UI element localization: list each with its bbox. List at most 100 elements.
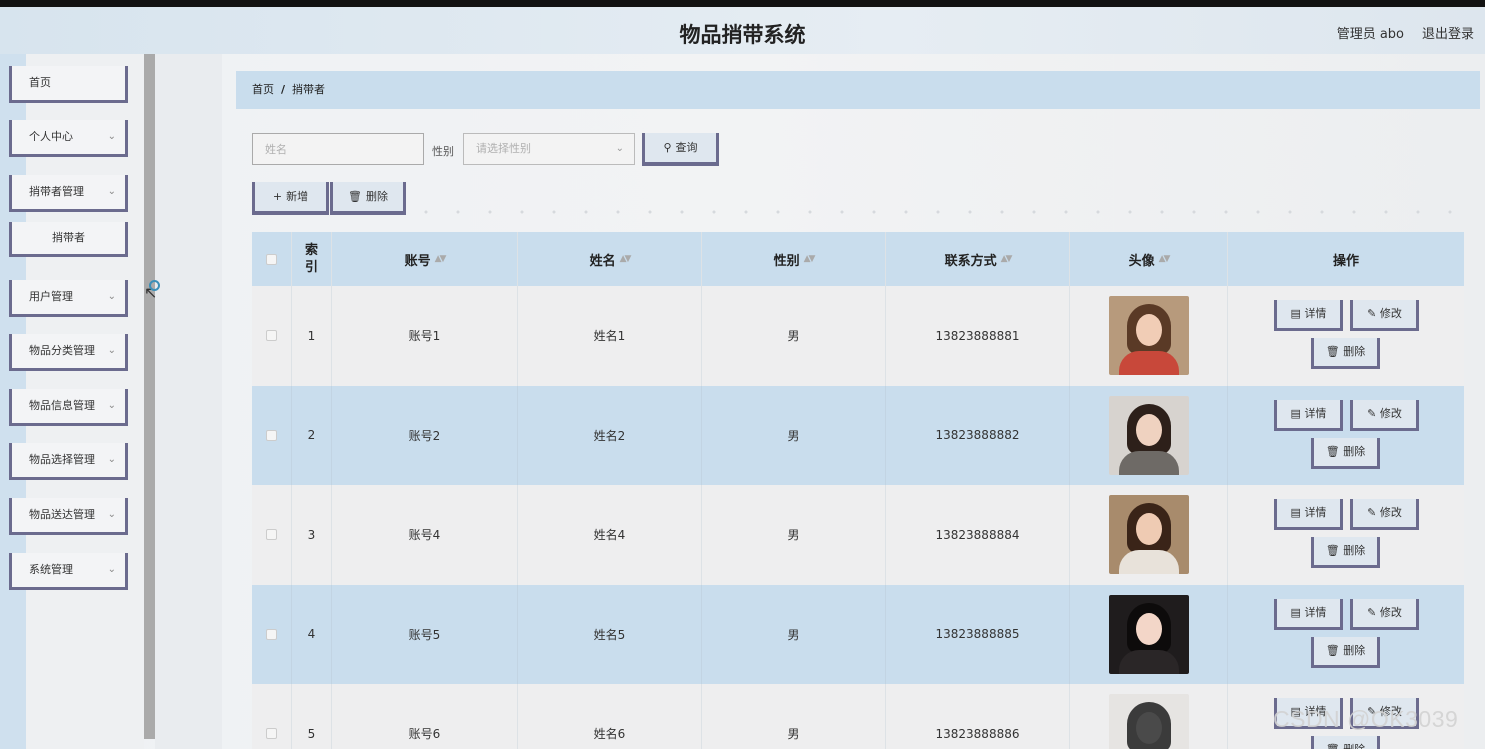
row-index: 3 — [292, 485, 332, 585]
row-checkbox[interactable] — [266, 628, 277, 640]
row-index: 2 — [292, 385, 332, 485]
logout-link[interactable]: 退出登录 — [1422, 23, 1474, 42]
sort-icon[interactable]: ▲▼ — [1001, 254, 1013, 264]
avatar[interactable] — [1108, 694, 1189, 749]
delete-button[interactable]: 🗑 删除 — [1311, 437, 1380, 469]
delete-button-label: 删除 — [1343, 544, 1366, 557]
header-avatar-label: 头像 — [1128, 253, 1155, 269]
header-checkbox-cell — [252, 232, 292, 286]
row-account: 账号1 — [332, 286, 518, 386]
chevron-down-icon: ⌄ — [107, 564, 116, 575]
edit-button[interactable]: ✎ 修改 — [1350, 300, 1419, 331]
avatar[interactable] — [1108, 296, 1189, 376]
row-contact: 13823888881 — [886, 286, 1070, 386]
edit-button-label: 修改 — [1379, 506, 1402, 519]
row-avatar-cell — [1070, 385, 1228, 485]
batch-delete-button[interactable]: 🗑 删除 — [330, 182, 406, 215]
sidebar-item-user-management[interactable]: 用户管理 ⌄ — [9, 280, 128, 317]
sort-icon[interactable]: ▲▼ — [435, 254, 447, 264]
sidebar-item-system-management[interactable]: 系统管理 ⌄ — [9, 553, 128, 590]
avatar-body — [1118, 649, 1179, 674]
current-user: 管理员 abo — [1336, 27, 1404, 42]
sort-icon[interactable]: ▲▼ — [1159, 254, 1171, 264]
chevron-down-icon: ⌄ — [615, 143, 624, 154]
trash-icon: 🗑 — [1326, 743, 1343, 749]
avatar[interactable] — [1108, 495, 1189, 575]
trash-icon: 🗑 — [1325, 345, 1344, 358]
delete-button-label: 删除 — [1343, 643, 1366, 657]
sort-icon[interactable]: ▲▼ — [620, 254, 632, 264]
query-button[interactable]: ⚲ 查询 — [642, 133, 719, 166]
chevron-down-icon: ⌄ — [107, 345, 116, 356]
row-checkbox[interactable] — [266, 529, 277, 541]
pencil-icon: ✎ — [1367, 307, 1380, 320]
edit-button[interactable]: ✎ 修改 — [1350, 399, 1419, 431]
table-row: 1 账号1 姓名1 男 13823888881 ▤ 详情 ✎ 修改 🗑 删除 — [252, 286, 1464, 386]
row-ops: ▤ 详情 ✎ 修改 🗑 删除 — [1228, 485, 1464, 585]
sidebar-item-label: 系统管理 — [29, 563, 73, 576]
row-ops: ▤ 详情 ✎ 修改 🗑 删除 — [1228, 585, 1464, 685]
row-checkbox[interactable] — [266, 330, 277, 342]
avatar-face — [1135, 513, 1162, 546]
row-avatar-cell — [1070, 485, 1228, 585]
detail-button[interactable]: ▤ 详情 — [1274, 499, 1343, 530]
avatar[interactable] — [1108, 594, 1189, 674]
header-account[interactable]: 账号 ▲▼ — [332, 232, 518, 286]
sort-icon[interactable]: ▲▼ — [804, 254, 816, 264]
row-checkbox-cell — [252, 584, 292, 684]
row-checkbox[interactable] — [266, 728, 277, 740]
header-ops: 操作 — [1228, 232, 1464, 286]
sidebar-item-profile[interactable]: 个人中心 ⌄ — [9, 120, 128, 157]
breadcrumb-home[interactable]: 首页 — [252, 83, 274, 96]
delete-button[interactable]: 🗑 删除 — [1311, 338, 1380, 369]
sidebar-item-item-selection-management[interactable]: 物品选择管理 ⌄ — [9, 443, 128, 480]
chevron-down-icon: ⌄ — [107, 454, 116, 465]
add-button[interactable]: + 新增 — [252, 182, 329, 215]
row-gender: 男 — [702, 286, 886, 386]
gender-filter-label: 性别 — [432, 145, 454, 158]
header-name[interactable]: 姓名 ▲▼ — [518, 232, 702, 286]
sidebar-item-delivery-management[interactable]: 物品送达管理 ⌄ — [9, 498, 128, 535]
sidebar-item-carrier-management[interactable]: 捎带者管理 ⌄ — [9, 175, 128, 212]
watermark: CSDN @OK3039 — [1273, 706, 1459, 732]
detail-button[interactable]: ▤ 详情 — [1274, 598, 1343, 630]
row-gender: 男 — [702, 684, 886, 749]
row-account: 账号6 — [332, 684, 518, 749]
table-row: 3 账号4 姓名4 男 13823888884 ▤ 详情 ✎ 修改 🗑 删除 — [252, 485, 1464, 585]
sidebar-subitem-carrier[interactable]: 捎带者 — [9, 222, 128, 257]
row-gender: 男 — [702, 485, 886, 585]
select-all-checkbox[interactable] — [266, 253, 277, 265]
window-top-bar — [0, 0, 1485, 7]
name-search-input[interactable] — [252, 133, 424, 165]
delete-button[interactable]: 🗑 删除 — [1311, 636, 1380, 668]
loading-ring-icon — [149, 280, 160, 291]
row-checkbox[interactable] — [266, 429, 277, 441]
edit-button[interactable]: ✎ 修改 — [1350, 598, 1419, 630]
delete-button[interactable]: 🗑 删除 — [1311, 537, 1380, 568]
avatar-face — [1135, 413, 1162, 446]
avatar-face — [1135, 314, 1162, 347]
edit-button-label: 修改 — [1379, 406, 1402, 420]
trash-icon: 🗑 — [1325, 544, 1344, 557]
delete-button-label: 删除 — [365, 190, 388, 203]
header-avatar[interactable]: 头像 ▲▼ — [1070, 232, 1228, 286]
header-account-label: 账号 — [404, 253, 431, 269]
row-ops-cell: ▤ 详情 ✎ 修改 🗑 删除 — [1228, 286, 1464, 386]
sidebar-item-home[interactable]: 首页 — [9, 66, 128, 103]
delete-button[interactable]: 🗑 删除 — [1311, 736, 1380, 749]
header-contact[interactable]: 联系方式 ▲▼ — [886, 232, 1070, 286]
carrier-table: 索引 账号 ▲▼ 姓名 ▲▼ 性别 ▲▼ 联系方式 ▲▼ 头像 ▲▼ 操作 1 账号1 姓… — [252, 232, 1464, 749]
sidebar-scrollbar[interactable] — [144, 54, 155, 739]
detail-button[interactable]: ▤ 详情 — [1274, 399, 1343, 431]
sidebar-item-item-info-management[interactable]: 物品信息管理 ⌄ — [9, 389, 128, 426]
row-name: 姓名2 — [518, 385, 702, 485]
avatar[interactable] — [1108, 395, 1189, 475]
edit-button[interactable]: ✎ 修改 — [1350, 499, 1419, 530]
header-gender[interactable]: 性别 ▲▼ — [702, 232, 886, 286]
trash-icon: 🗑 — [1325, 643, 1344, 657]
gender-select[interactable]: 请选择性别 ⌄ — [463, 133, 635, 165]
detail-button-label: 详情 — [1304, 307, 1327, 320]
detail-button[interactable]: ▤ 详情 — [1274, 300, 1343, 331]
sidebar-item-category-management[interactable]: 物品分类管理 ⌄ — [9, 334, 128, 371]
header-name-label: 姓名 — [589, 253, 616, 269]
